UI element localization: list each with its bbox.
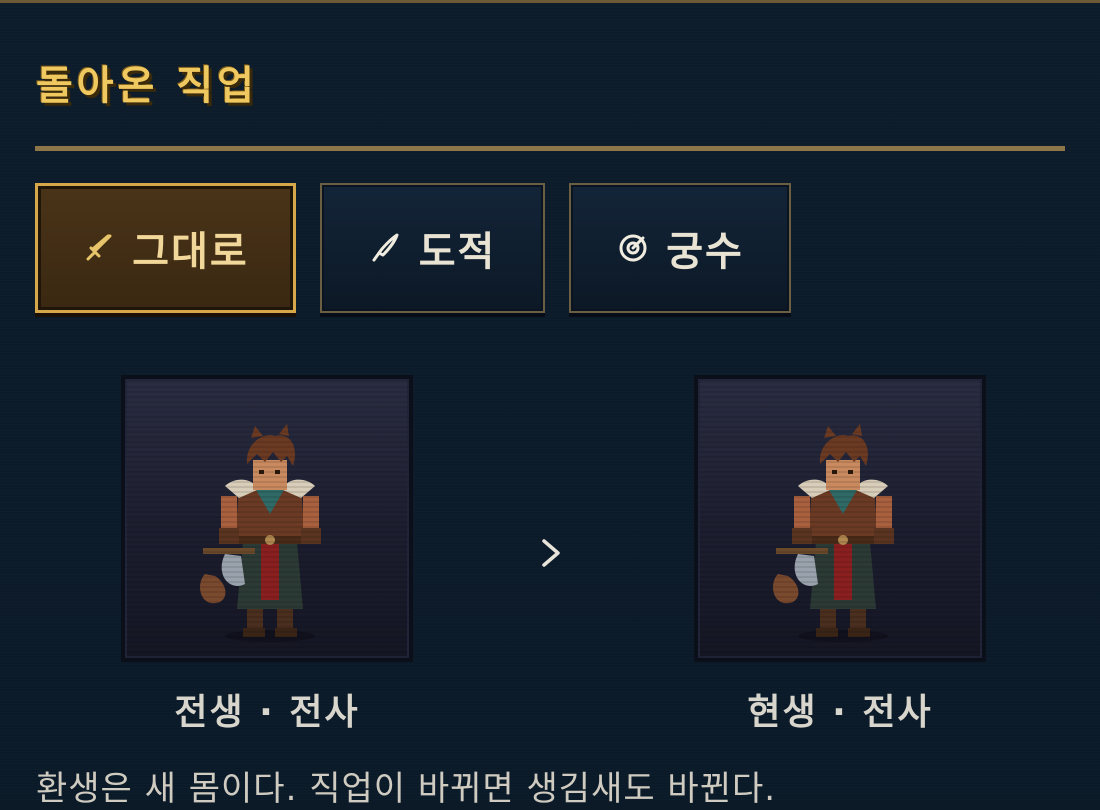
title-divider — [35, 146, 1065, 151]
dagger-icon — [369, 231, 403, 265]
description-text: 환생은 새 몸이다. 직업이 바뀌면 생김새도 바뀐다. — [36, 769, 777, 809]
portrait-after — [694, 375, 986, 662]
portrait-before — [121, 375, 413, 662]
chevron-right-icon — [542, 539, 560, 567]
sword-icon — [82, 231, 116, 265]
tab-keep[interactable]: 그대로 — [35, 183, 296, 313]
tab-thief[interactable]: 도적 — [320, 183, 545, 313]
tab-archer[interactable]: 궁수 — [569, 183, 791, 313]
class-select-panel: 돌아온 직업 그대로 도적 궁수 전생 · 전사 현생 · 전사 환생은 새 몸… — [0, 0, 1100, 809]
tab-label: 도적 — [418, 229, 497, 275]
caption-before: 전생 · 전사 — [174, 692, 360, 733]
caption-after: 현생 · 전사 — [747, 692, 933, 733]
wolf-warrior-sprite — [200, 424, 321, 642]
wolf-warrior-sprite — [773, 424, 894, 642]
panel-title: 돌아온 직업 — [36, 63, 258, 109]
target-icon — [616, 231, 650, 265]
tab-label: 그대로 — [132, 229, 249, 275]
tab-label: 궁수 — [666, 229, 744, 275]
